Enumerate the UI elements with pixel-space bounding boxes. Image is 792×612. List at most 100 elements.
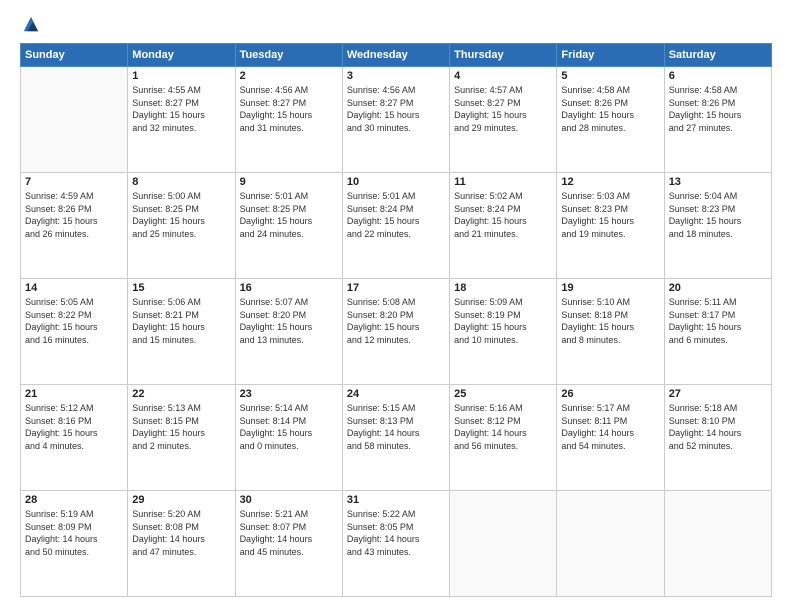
calendar-day-header-monday: Monday [128,44,235,67]
calendar-header-row: SundayMondayTuesdayWednesdayThursdayFrid… [21,44,772,67]
calendar-week-row: 28Sunrise: 5:19 AM Sunset: 8:09 PM Dayli… [21,491,772,597]
day-number: 13 [669,176,767,188]
calendar-cell: 1 Sunrise: 4:55 AM Sunset: 8:27 PM Daylig… [128,67,235,173]
day-number: 16 [240,282,338,294]
calendar-cell: 23 Sunrise: 5:14 AM Sunset: 8:14 PM Dayli… [235,385,342,491]
day-number: 21 [25,388,123,400]
day-number: 17 [347,282,445,294]
cell-info: Sunrise: 5:01 AM Sunset: 8:24 PM Dayligh… [347,190,445,240]
day-number: 9 [240,176,338,188]
calendar-cell: 5Sunrise: 4:58 AM Sunset: 8:26 PM Daylig… [557,67,664,173]
calendar-cell: 26 Sunrise: 5:17 AM Sunset: 8:11 PM Dayli… [557,385,664,491]
day-number: 7 [25,176,123,188]
day-number: 29 [132,494,230,506]
calendar-cell: 7 Sunrise: 4:59 AM Sunset: 8:26 PM Daylig… [21,173,128,279]
calendar-day-header-saturday: Saturday [664,44,771,67]
calendar-week-row: 1 Sunrise: 4:55 AM Sunset: 8:27 PM Daylig… [21,67,772,173]
day-number: 18 [454,282,552,294]
cell-info: Sunrise: 5:18 AM Sunset: 8:10 PM Dayligh… [669,402,767,452]
day-number: 26 [561,388,659,400]
calendar-table: SundayMondayTuesdayWednesdayThursdayFrid… [20,43,772,597]
logo-text [20,15,40,33]
day-number: 4 [454,70,552,82]
cell-info: Sunrise: 5:13 AM Sunset: 8:15 PM Dayligh… [132,402,230,452]
calendar-cell: 29Sunrise: 5:20 AM Sunset: 8:08 PM Dayli… [128,491,235,597]
cell-info: Sunrise: 5:16 AM Sunset: 8:12 PM Dayligh… [454,402,552,452]
calendar-day-header-tuesday: Tuesday [235,44,342,67]
cell-info: Sunrise: 5:22 AM Sunset: 8:05 PM Dayligh… [347,508,445,558]
day-number: 10 [347,176,445,188]
cell-info: Sunrise: 4:58 AM Sunset: 8:26 PM Dayligh… [561,84,659,134]
calendar-cell: 13 Sunrise: 5:04 AM Sunset: 8:23 PM Dayli… [664,173,771,279]
day-number: 15 [132,282,230,294]
cell-info: Sunrise: 5:11 AM Sunset: 8:17 PM Dayligh… [669,296,767,346]
day-number: 8 [132,176,230,188]
calendar-cell: 15 Sunrise: 5:06 AM Sunset: 8:21 PM Dayli… [128,279,235,385]
calendar-cell: 27 Sunrise: 5:18 AM Sunset: 8:10 PM Dayli… [664,385,771,491]
cell-info: Sunrise: 5:21 AM Sunset: 8:07 PM Dayligh… [240,508,338,558]
cell-info: Sunrise: 5:02 AM Sunset: 8:24 PM Dayligh… [454,190,552,240]
logo [20,15,40,33]
calendar-cell: 28Sunrise: 5:19 AM Sunset: 8:09 PM Dayli… [21,491,128,597]
day-number: 24 [347,388,445,400]
calendar-page: SundayMondayTuesdayWednesdayThursdayFrid… [0,0,792,612]
logo-icon [22,15,40,33]
cell-info: Sunrise: 4:59 AM Sunset: 8:26 PM Dayligh… [25,190,123,240]
cell-info: Sunrise: 5:14 AM Sunset: 8:14 PM Dayligh… [240,402,338,452]
calendar-cell: 24 Sunrise: 5:15 AM Sunset: 8:13 PM Dayli… [342,385,449,491]
day-number: 20 [669,282,767,294]
calendar-cell: 4 Sunrise: 4:57 AM Sunset: 8:27 PM Daylig… [450,67,557,173]
cell-info: Sunrise: 5:08 AM Sunset: 8:20 PM Dayligh… [347,296,445,346]
calendar-cell: 17 Sunrise: 5:08 AM Sunset: 8:20 PM Dayli… [342,279,449,385]
day-number: 1 [132,70,230,82]
cell-info: Sunrise: 5:05 AM Sunset: 8:22 PM Dayligh… [25,296,123,346]
cell-info: Sunrise: 5:04 AM Sunset: 8:23 PM Dayligh… [669,190,767,240]
day-number: 14 [25,282,123,294]
calendar-cell: 18Sunrise: 5:09 AM Sunset: 8:19 PM Dayli… [450,279,557,385]
calendar-cell [21,67,128,173]
calendar-cell: 31 Sunrise: 5:22 AM Sunset: 8:05 PM Dayli… [342,491,449,597]
calendar-week-row: 14 Sunrise: 5:05 AM Sunset: 8:22 PM Dayli… [21,279,772,385]
calendar-cell: 11Sunrise: 5:02 AM Sunset: 8:24 PM Dayli… [450,173,557,279]
cell-info: Sunrise: 5:17 AM Sunset: 8:11 PM Dayligh… [561,402,659,452]
cell-info: Sunrise: 4:57 AM Sunset: 8:27 PM Dayligh… [454,84,552,134]
day-number: 3 [347,70,445,82]
day-number: 25 [454,388,552,400]
cell-info: Sunrise: 5:12 AM Sunset: 8:16 PM Dayligh… [25,402,123,452]
day-number: 28 [25,494,123,506]
cell-info: Sunrise: 5:07 AM Sunset: 8:20 PM Dayligh… [240,296,338,346]
calendar-day-header-wednesday: Wednesday [342,44,449,67]
cell-info: Sunrise: 4:55 AM Sunset: 8:27 PM Dayligh… [132,84,230,134]
day-number: 27 [669,388,767,400]
cell-info: Sunrise: 4:56 AM Sunset: 8:27 PM Dayligh… [240,84,338,134]
day-number: 12 [561,176,659,188]
calendar-cell: 25 Sunrise: 5:16 AM Sunset: 8:12 PM Dayli… [450,385,557,491]
calendar-cell [557,491,664,597]
calendar-cell: 12Sunrise: 5:03 AM Sunset: 8:23 PM Dayli… [557,173,664,279]
day-number: 31 [347,494,445,506]
calendar-day-header-thursday: Thursday [450,44,557,67]
calendar-cell: 20 Sunrise: 5:11 AM Sunset: 8:17 PM Dayli… [664,279,771,385]
cell-info: Sunrise: 5:15 AM Sunset: 8:13 PM Dayligh… [347,402,445,452]
header [20,15,772,33]
calendar-cell: 3Sunrise: 4:56 AM Sunset: 8:27 PM Daylig… [342,67,449,173]
cell-info: Sunrise: 4:58 AM Sunset: 8:26 PM Dayligh… [669,84,767,134]
calendar-cell: 6 Sunrise: 4:58 AM Sunset: 8:26 PM Daylig… [664,67,771,173]
calendar-cell: 9Sunrise: 5:01 AM Sunset: 8:25 PM Daylig… [235,173,342,279]
calendar-day-header-friday: Friday [557,44,664,67]
calendar-cell: 2 Sunrise: 4:56 AM Sunset: 8:27 PM Daylig… [235,67,342,173]
cell-info: Sunrise: 5:10 AM Sunset: 8:18 PM Dayligh… [561,296,659,346]
calendar-cell: 10 Sunrise: 5:01 AM Sunset: 8:24 PM Dayli… [342,173,449,279]
day-number: 2 [240,70,338,82]
calendar-cell [450,491,557,597]
calendar-cell: 22Sunrise: 5:13 AM Sunset: 8:15 PM Dayli… [128,385,235,491]
day-number: 19 [561,282,659,294]
day-number: 30 [240,494,338,506]
day-number: 23 [240,388,338,400]
calendar-cell: 21 Sunrise: 5:12 AM Sunset: 8:16 PM Dayli… [21,385,128,491]
day-number: 6 [669,70,767,82]
cell-info: Sunrise: 5:06 AM Sunset: 8:21 PM Dayligh… [132,296,230,346]
cell-info: Sunrise: 5:00 AM Sunset: 8:25 PM Dayligh… [132,190,230,240]
calendar-week-row: 7 Sunrise: 4:59 AM Sunset: 8:26 PM Daylig… [21,173,772,279]
calendar-cell: 8 Sunrise: 5:00 AM Sunset: 8:25 PM Daylig… [128,173,235,279]
